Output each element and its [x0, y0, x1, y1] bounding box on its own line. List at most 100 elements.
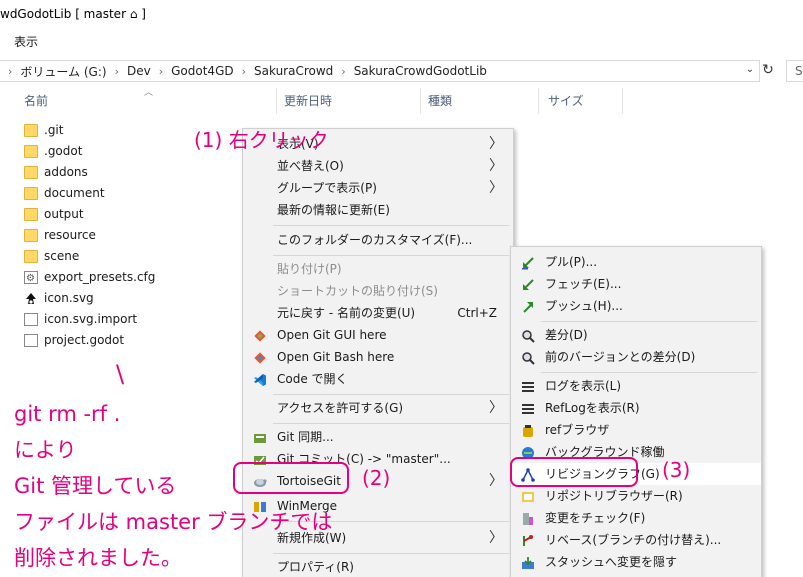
menu-item-git-gui[interactable]: Open Git GUI here	[243, 324, 513, 346]
menu-item-undo[interactable]: 元に戻す - 名前の変更(U) Ctrl+Z	[243, 302, 513, 324]
menu-item-open-vscode[interactable]: Code で開く	[243, 368, 513, 390]
vscode-icon	[253, 372, 267, 386]
list-item[interactable]: project.godot	[24, 330, 124, 351]
breadcrumb-segment[interactable]: ボリューム (G:)	[20, 63, 106, 80]
chevron-right-icon: ›	[158, 64, 164, 78]
list-item[interactable]: icon.svg	[24, 288, 94, 309]
git-bash-icon	[253, 350, 267, 364]
inkscape-svg-icon	[24, 292, 38, 306]
menu-view[interactable]: 表示	[14, 35, 38, 49]
submenu-item-fetch[interactable]: フェッチ(E)...	[511, 273, 761, 295]
file-icon	[24, 334, 38, 347]
annotation-step3: (3)	[662, 458, 691, 482]
menu-item-paste[interactable]: 貼り付け(P)	[243, 258, 513, 280]
check-modifications-icon	[521, 511, 535, 525]
file-name: output	[44, 207, 84, 221]
repo-browser-icon	[521, 489, 535, 503]
menu-item-refresh[interactable]: 最新の情報に更新(E)	[243, 199, 513, 221]
submenu-item-stash[interactable]: スタッシュへ変更を隠す	[511, 551, 761, 573]
file-name: addons	[44, 165, 88, 179]
list-item[interactable]: export_presets.cfg	[24, 267, 156, 289]
folder-icon	[24, 166, 38, 179]
config-file-icon	[24, 268, 38, 289]
refresh-icon[interactable]: ↻	[760, 62, 776, 80]
chevron-right-icon: ›	[8, 64, 13, 78]
chevron-right-icon: 〉	[489, 530, 503, 546]
fetch-icon	[521, 277, 535, 291]
annotation-step1: (1) 右クリック	[194, 128, 329, 152]
column-header-name[interactable]: 名前	[24, 88, 48, 114]
sort-ascending-icon: ︿	[144, 88, 154, 98]
column-divider[interactable]	[622, 88, 623, 114]
note-line: git rm -rf .	[14, 402, 121, 426]
note-line: により	[14, 438, 77, 462]
chevron-right-icon: ›	[241, 64, 247, 78]
list-item[interactable]: .git	[24, 120, 63, 141]
list-item[interactable]: .godot	[24, 141, 82, 162]
menu-item-git-bash[interactable]: Open Git Bash here	[243, 346, 513, 368]
column-header-size[interactable]: サイズ	[548, 88, 584, 114]
list-item[interactable]: document	[24, 183, 105, 204]
menu-item-sort[interactable]: 並べ替え(O) 〉	[243, 155, 513, 177]
breadcrumb-segment[interactable]: Godot4GD	[171, 64, 233, 78]
address-row: › ボリューム (G:) › Dev › Godot4GD › SakuraCr…	[0, 58, 803, 84]
submenu-item-push[interactable]: プッシュ(H)...	[511, 295, 761, 317]
ref-browser-icon	[521, 423, 535, 437]
menu-item-paste-shortcut[interactable]: ショートカットの貼り付け(S)	[243, 280, 513, 302]
column-divider[interactable]	[276, 88, 277, 114]
file-name: resource	[44, 228, 96, 242]
menu-separator	[541, 372, 757, 373]
file-icon	[24, 313, 38, 326]
folder-icon	[24, 187, 38, 200]
submenu-item-rebase[interactable]: リベース(ブランチの付け替え)...	[511, 529, 761, 551]
submenu-item-pull[interactable]: プル(P)...	[511, 251, 761, 273]
list-item[interactable]: output	[24, 204, 84, 225]
tortoisegit-submenu: プル(P)... フェッチ(E)... プッシュ(H)... 差分(D) 前のバ…	[510, 246, 762, 577]
chevron-right-icon: ›	[114, 64, 119, 78]
breadcrumb-segment[interactable]: Dev	[127, 64, 151, 78]
menu-item-customize[interactable]: このフォルダーのカスタマイズ(F)...	[243, 229, 513, 251]
push-icon	[521, 299, 535, 313]
file-name: export_presets.cfg	[44, 270, 156, 284]
chevron-down-icon[interactable]: ⌄	[743, 64, 757, 78]
list-item[interactable]: addons	[24, 162, 88, 183]
menu-separator	[273, 255, 509, 256]
note-line: ファイルは master ブランチでは	[14, 510, 333, 534]
column-header-type[interactable]: 種類	[428, 88, 452, 114]
breadcrumb-segment[interactable]: SakuraCrowdGodotLib	[354, 64, 487, 78]
folder-icon	[24, 250, 38, 263]
list-item[interactable]: icon.svg.import	[24, 309, 137, 330]
chevron-right-icon: ›	[341, 64, 346, 78]
git-gui-icon	[253, 328, 267, 342]
annotation-step2: (2)	[362, 466, 391, 490]
submenu-item-check-modifications[interactable]: 変更をチェック(F)	[511, 507, 761, 529]
folder-icon	[24, 145, 38, 158]
file-name: icon.svg	[44, 291, 94, 305]
file-name: .git	[44, 123, 64, 137]
log-icon	[521, 379, 535, 393]
submenu-item-ref-browser[interactable]: refブラウザ	[511, 419, 761, 441]
folder-icon	[24, 229, 38, 242]
column-header-modified[interactable]: 更新日時	[284, 88, 332, 114]
list-item[interactable]: scene	[24, 246, 79, 267]
address-bar[interactable]: › ボリューム (G:) › Dev › Godot4GD › SakuraCr…	[0, 60, 760, 82]
diff-prev-icon	[521, 350, 535, 365]
chevron-right-icon: 〉	[489, 136, 503, 152]
chevron-right-icon: 〉	[489, 400, 503, 416]
shortcut-text: Ctrl+Z	[457, 306, 497, 320]
submenu-item-log[interactable]: ログを表示(L)	[511, 375, 761, 397]
submenu-item-reflog[interactable]: RefLogを表示(R)	[511, 397, 761, 419]
column-divider[interactable]	[420, 88, 421, 114]
search-input[interactable]: S	[786, 60, 803, 82]
list-item[interactable]: resource	[24, 225, 96, 246]
menu-item-group[interactable]: グループで表示(P) 〉	[243, 177, 513, 199]
breadcrumb-segment[interactable]: SakuraCrowd	[254, 64, 333, 78]
column-divider[interactable]	[538, 88, 539, 114]
submenu-item-diff-prev[interactable]: 前のバージョンとの差分(D)	[511, 346, 761, 368]
annotation-backslash: \	[116, 360, 125, 388]
pull-icon	[521, 255, 535, 270]
submenu-item-diff[interactable]: 差分(D)	[511, 324, 761, 346]
submenu-item-repo-browser[interactable]: リポジトリブラウザー(R)	[511, 485, 761, 507]
folder-icon	[24, 208, 38, 221]
highlight-revision-graph	[510, 457, 638, 487]
